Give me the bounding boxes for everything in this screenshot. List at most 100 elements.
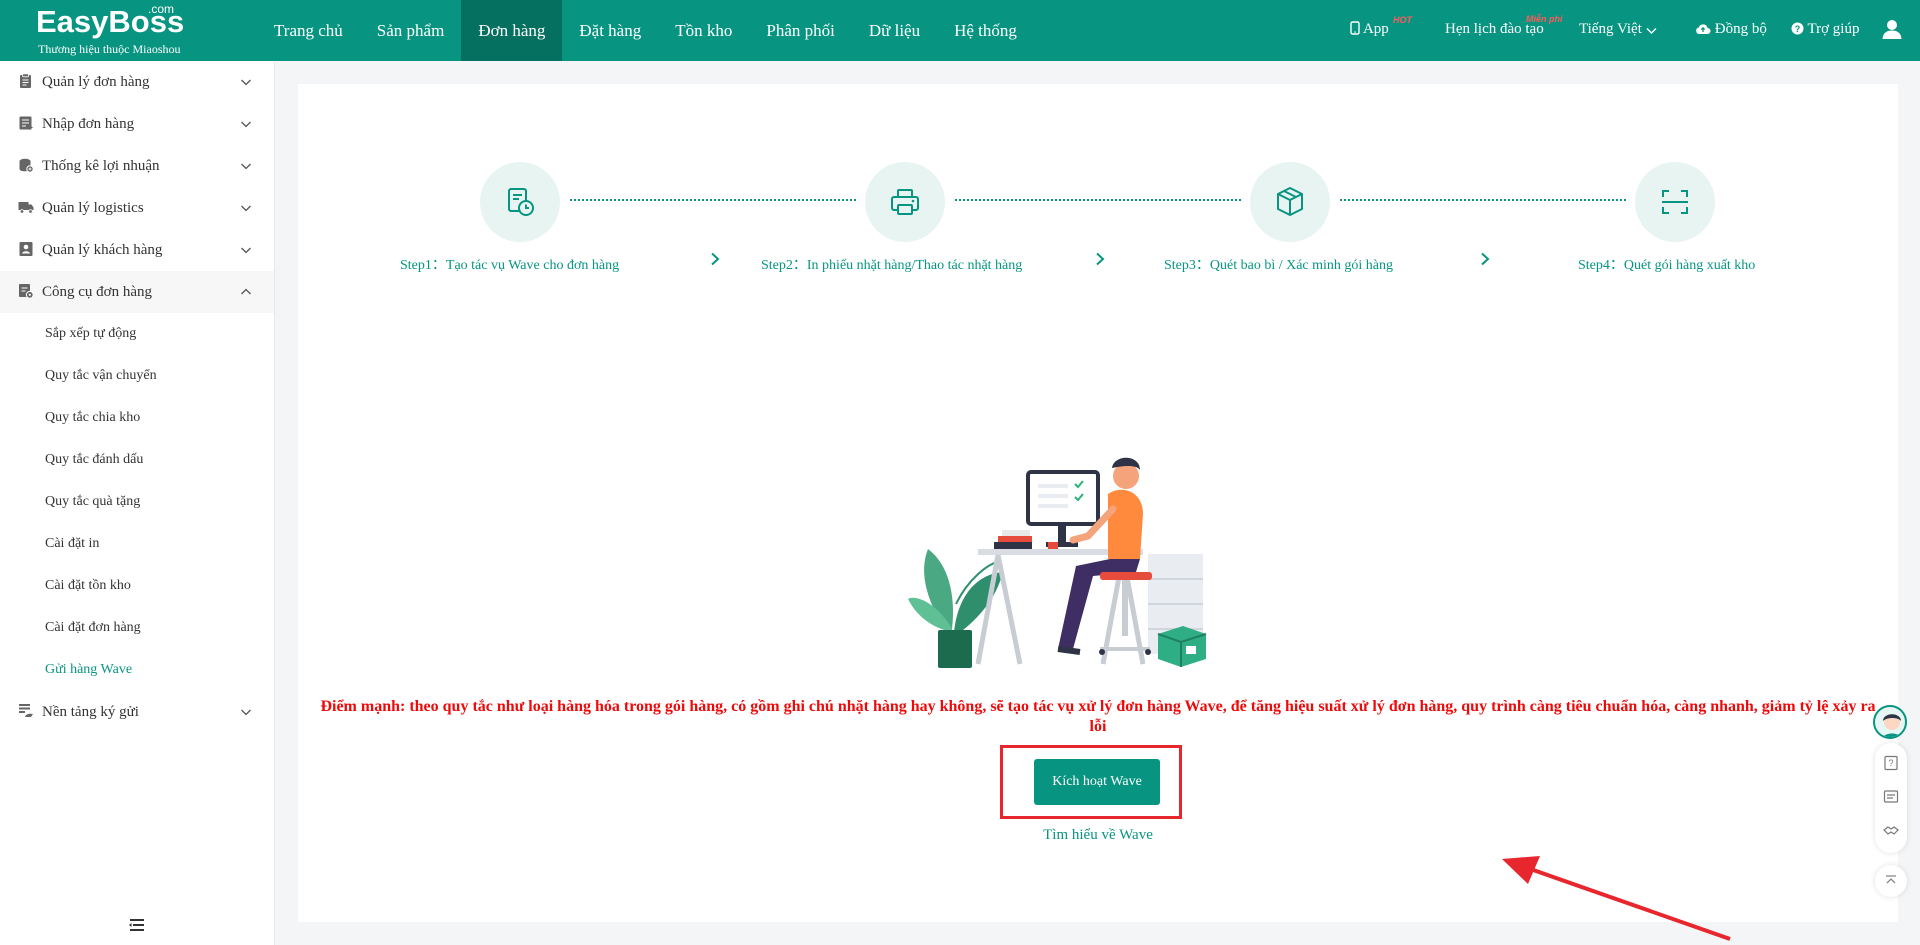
- nav-orders[interactable]: Đơn hàng: [461, 0, 563, 61]
- chevron-down-icon: [241, 709, 251, 716]
- wave-description: Điểm mạnh: theo quy tắc như loại hàng hó…: [320, 698, 1876, 735]
- sidebar-group-label: Quản lý đơn hàng: [42, 74, 150, 90]
- step-1-circle: [480, 162, 560, 242]
- activate-wave-button[interactable]: Kích hoạt Wave: [1034, 759, 1160, 805]
- chevron-down-icon: [241, 79, 251, 86]
- package-icon: [1277, 187, 1303, 216]
- menu-collapse-icon[interactable]: [128, 917, 146, 933]
- chevron-up-icon: [241, 288, 251, 295]
- wave-task-icon: [508, 188, 534, 216]
- sidebar-group-consignment[interactable]: Nền tảng ký gửi: [0, 691, 274, 733]
- step-4-circle: [1635, 162, 1715, 242]
- chevron-down-icon: [241, 247, 251, 254]
- sidebar-group-label: Thống kê lợi nhuận: [42, 158, 160, 174]
- consign-icon: [19, 704, 33, 717]
- nav-inventory[interactable]: Tồn kho: [658, 0, 749, 61]
- sidebar-item-auto-sort[interactable]: Sắp xếp tự động: [0, 313, 274, 355]
- nav-home[interactable]: Trang chủ: [257, 0, 360, 61]
- chevron-down-icon: [241, 205, 251, 212]
- sync-label: Đồng bộ: [1714, 21, 1767, 37]
- help-button[interactable]: ? Trợ giúp: [1791, 21, 1859, 38]
- sidebar-item-print-settings[interactable]: Cài đặt in: [0, 523, 274, 565]
- profit-icon: [19, 158, 34, 173]
- logo-domain: .com: [148, 2, 175, 16]
- help-doc-icon[interactable]: ?: [1883, 755, 1899, 771]
- sync-button[interactable]: Đồng bộ: [1695, 21, 1767, 38]
- support-agent-icon: [1882, 714, 1902, 737]
- sidebar-item-order-settings[interactable]: Cài đặt đơn hàng: [0, 607, 274, 649]
- nav-products[interactable]: Sản phẩm: [360, 0, 462, 61]
- logo-tagline: Thương hiệu thuộc Miaoshou: [38, 42, 181, 56]
- chevron-right-icon: [1481, 252, 1490, 266]
- customer-icon: [19, 242, 33, 256]
- phone-icon: [1350, 21, 1360, 35]
- sidebar-item-wave-shipping[interactable]: Gửi hàng Wave: [0, 649, 274, 691]
- floating-tool-bar: ?: [1875, 743, 1907, 853]
- main-nav: Trang chủ Sản phẩm Đơn hàng Đặt hàng Tồn…: [257, 0, 1034, 61]
- sidebar-item-gift-rules[interactable]: Quy tắc quà tặng: [0, 481, 274, 523]
- sidebar-item-marking-rules[interactable]: Quy tắc đánh dấu: [0, 439, 274, 481]
- step-1-label: Step1：Tạo tác vụ Wave cho đơn hàng: [400, 258, 620, 273]
- help-icon: ?: [1791, 22, 1804, 35]
- user-avatar[interactable]: [1881, 18, 1903, 43]
- right-nav: App HOT Hẹn lịch đào tạo Miễn phí Tiếng …: [1320, 0, 1920, 61]
- nav-purchase[interactable]: Đặt hàng: [562, 0, 658, 61]
- app-hot-badge: HOT: [1393, 15, 1412, 25]
- import-icon: [19, 116, 33, 130]
- order-list-icon: [20, 73, 31, 88]
- printer-icon: [891, 189, 919, 215]
- language-select[interactable]: Tiếng Việt: [1579, 21, 1657, 38]
- svg-text:?: ?: [1795, 24, 1801, 34]
- sidebar: Quản lý đơn hàng Nhập đơn hàng Thống kê …: [0, 61, 275, 945]
- sidebar-group-order-tools[interactable]: Công cụ đơn hàng: [0, 271, 274, 313]
- sidebar-group-customers[interactable]: Quản lý khách hàng: [0, 229, 274, 271]
- back-to-top-button[interactable]: [1875, 865, 1907, 897]
- sidebar-group-logistics[interactable]: Quản lý logistics: [0, 187, 274, 229]
- help-label: Trợ giúp: [1807, 21, 1860, 37]
- training-free-badge: Miễn phí: [1526, 14, 1563, 24]
- sidebar-group-import-orders[interactable]: Nhập đơn hàng: [0, 103, 274, 145]
- sidebar-group-label: Quản lý khách hàng: [42, 242, 163, 258]
- app-link[interactable]: App: [1350, 21, 1389, 38]
- language-label: Tiếng Việt: [1579, 21, 1642, 37]
- step-2-label: Step2：In phiếu nhặt hàng/Thao tác nhặt h…: [761, 258, 1023, 273]
- step-3-circle: [1250, 162, 1330, 242]
- sidebar-group-order-management[interactable]: Quản lý đơn hàng: [0, 61, 274, 103]
- sidebar-group-label: Công cụ đơn hàng: [42, 284, 153, 300]
- nav-data[interactable]: Dữ liệu: [852, 0, 937, 61]
- wave-steps: Step1：Tạo tác vụ Wave cho đơn hàng Step2…: [298, 84, 1898, 284]
- arrow-up-icon: [1886, 875, 1896, 884]
- sidebar-item-warehouse-rules[interactable]: Quy tắc chia kho: [0, 397, 274, 439]
- worker-desk-illustration: [908, 457, 1207, 668]
- top-bar: EasyBoss .com Thương hiệu thuộc Miaoshou…: [0, 0, 1920, 61]
- learn-wave-link[interactable]: Tìm hiểu về Wave: [998, 827, 1198, 844]
- chevron-right-icon: [1096, 252, 1105, 266]
- support-avatar[interactable]: [1873, 705, 1907, 739]
- step-connector: [570, 199, 856, 201]
- cloud-upload-icon: [1696, 24, 1711, 34]
- handshake-icon[interactable]: [1883, 823, 1899, 839]
- truck-icon: [18, 202, 34, 214]
- user-icon: [1882, 20, 1902, 39]
- logo[interactable]: EasyBoss .com Thương hiệu thuộc Miaoshou: [36, 2, 236, 58]
- feedback-icon[interactable]: [1883, 789, 1899, 805]
- chevron-down-icon: [1646, 28, 1657, 34]
- nav-system[interactable]: Hệ thống: [937, 0, 1034, 61]
- sidebar-item-stock-settings[interactable]: Cài đặt tồn kho: [0, 565, 274, 607]
- chevron-right-icon: [711, 252, 720, 266]
- step-connector: [1340, 199, 1626, 201]
- sidebar-group-label: Nền tảng ký gửi: [42, 704, 139, 720]
- nav-distribution[interactable]: Phân phối: [749, 0, 851, 61]
- step-3-label: Step3：Quét bao bì / Xác minh gói hàng: [1164, 258, 1394, 273]
- step-2-circle: [865, 162, 945, 242]
- chevron-down-icon: [241, 121, 251, 128]
- sidebar-group-label: Nhập đơn hàng: [42, 116, 135, 132]
- sidebar-group-label: Quản lý logistics: [42, 200, 144, 216]
- sidebar-submenu: Sắp xếp tự động Quy tắc vận chuyển Quy t…: [0, 313, 274, 691]
- step-connector: [955, 199, 1241, 201]
- main-panel: Step1：Tạo tác vụ Wave cho đơn hàng Step2…: [298, 84, 1898, 941]
- sidebar-item-shipping-rules[interactable]: Quy tắc vận chuyển: [0, 355, 274, 397]
- sidebar-group-profit-stats[interactable]: Thống kê lợi nhuận: [0, 145, 274, 187]
- scan-icon: [1662, 190, 1688, 214]
- app-label: App: [1362, 21, 1389, 37]
